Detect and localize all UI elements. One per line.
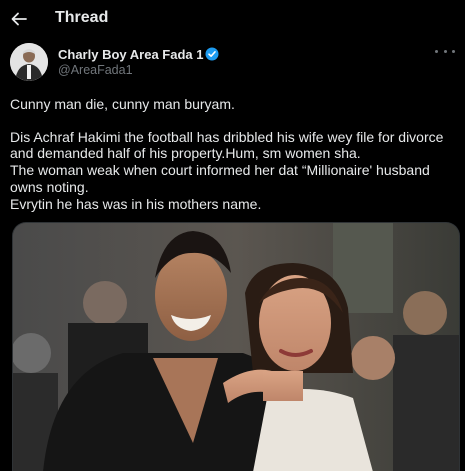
photo — [13, 223, 459, 471]
more-options-button[interactable] — [435, 45, 455, 57]
avatar[interactable] — [10, 43, 48, 81]
tweet-photo[interactable] — [12, 222, 460, 471]
tweet-author: Charly Boy Area Fada 1 @AreaFada1 — [10, 43, 455, 83]
more-horizontal-icon — [435, 49, 438, 53]
author-name-text: Charly Boy Area Fada 1 — [58, 47, 204, 62]
tweet-line: Dis Achraf Hakimi the football has dribb… — [10, 128, 444, 162]
tweet-text: Cunny man die, cunny man buryam. Dis Ach… — [10, 96, 462, 212]
arrow-left-icon — [11, 12, 27, 26]
page-title: Thread — [55, 9, 109, 26]
tweet-line: Cunny man die, cunny man buryam. — [10, 96, 235, 112]
tweet-line: The woman weak when court informed her d… — [10, 162, 430, 195]
author-handle[interactable]: @AreaFada1 — [58, 63, 133, 77]
author-display-name[interactable]: Charly Boy Area Fada 1 — [58, 47, 219, 64]
tweet-line: Evrytin he has was in his mothers name. — [10, 195, 262, 212]
thread-header: Thread — [0, 0, 465, 40]
back-button[interactable] — [9, 8, 29, 30]
verified-badge-icon — [205, 47, 219, 64]
